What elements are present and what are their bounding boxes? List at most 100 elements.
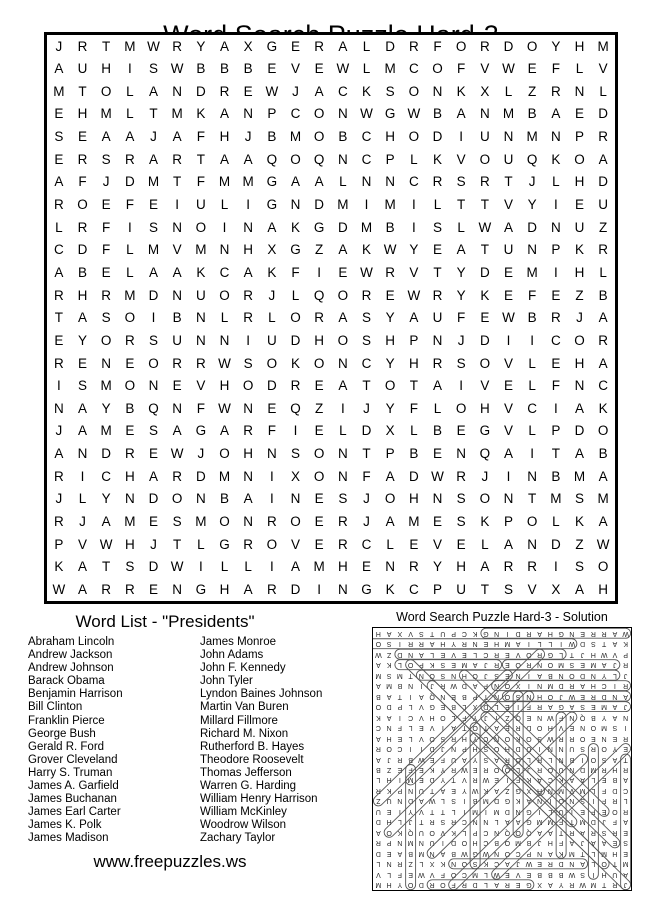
solution-cell: R	[483, 766, 489, 773]
solution-cell: C	[547, 776, 553, 784]
grid-cell: H	[124, 468, 135, 484]
grid-cell: I	[151, 310, 156, 326]
solution-cell: N	[569, 766, 575, 773]
grid-cell: H	[574, 38, 585, 54]
solution-cell: A	[601, 839, 607, 847]
solution-cell: A	[537, 629, 542, 637]
solution-cell: L	[408, 734, 413, 742]
solution-cell: L	[591, 776, 596, 784]
solution-cell: H	[429, 713, 435, 721]
solution-cell: N	[612, 692, 618, 700]
solution-cell: W	[471, 786, 479, 794]
grid-cell: H	[574, 174, 585, 190]
grid-cell: T	[504, 174, 513, 190]
solution-cell: O	[536, 724, 543, 732]
solution-cell: C	[408, 713, 414, 721]
grid-cell: K	[385, 581, 395, 597]
solution-cell: G	[472, 849, 478, 857]
solution-cell: N	[494, 734, 500, 742]
grid-cell: A	[385, 468, 395, 484]
solution-cell: S	[580, 703, 585, 711]
grid-cell: V	[503, 197, 513, 213]
grid-cell: Y	[551, 38, 561, 54]
solution-cell: W	[622, 629, 629, 637]
solution-cell: L	[548, 755, 553, 763]
solution-cell: O	[526, 650, 532, 658]
solution-cell: V	[569, 786, 575, 794]
grid-cell: L	[552, 174, 560, 190]
word-list-item: Rutherford B. Hayes	[200, 740, 305, 753]
solution-cell: D	[386, 703, 392, 711]
solution-cell: B	[591, 713, 596, 721]
grid-cell: B	[385, 219, 395, 235]
solution-cell: R	[397, 755, 403, 763]
solution-cell: S	[569, 661, 575, 669]
grid-cell: R	[77, 38, 88, 54]
solution-cell: E	[623, 849, 628, 857]
grid-cell: L	[244, 559, 252, 575]
grid-cell: M	[147, 242, 160, 258]
solution-cell: E	[419, 776, 424, 784]
solution-cell: E	[612, 734, 618, 742]
grid-cell: F	[551, 378, 560, 394]
solution-cell: N	[580, 724, 586, 732]
solution-cell: E	[483, 640, 489, 648]
grid-cell: N	[53, 400, 64, 416]
solution-cell: N	[537, 661, 543, 669]
grid-cell: Z	[599, 219, 608, 235]
grid-cell: N	[101, 355, 112, 371]
grid-cell: F	[291, 264, 300, 280]
grid-cell: S	[432, 219, 442, 235]
grid-cell: L	[528, 423, 536, 439]
solution-cell: A	[515, 818, 521, 826]
grid-cell: J	[457, 332, 465, 348]
grid-cell: N	[385, 174, 396, 190]
grid-cell: R	[527, 559, 538, 575]
solution-cell: M	[558, 661, 565, 669]
grid-cell: M	[124, 514, 136, 529]
grid-cell: B	[219, 61, 229, 77]
grid-cell: I	[317, 581, 322, 597]
solution-cell: I	[441, 724, 444, 732]
grid-cell: I	[80, 468, 85, 484]
word-list-item: Grover Cleveland	[28, 753, 118, 766]
solution-cell: L	[451, 807, 456, 815]
solution-cell: R	[569, 682, 575, 690]
solution-cell: N	[569, 797, 575, 805]
grid-cell: A	[385, 514, 395, 529]
grid-cell: U	[77, 61, 88, 77]
solution-cell: O	[493, 745, 500, 753]
grid-cell: J	[528, 174, 536, 190]
grid-cell: I	[127, 219, 132, 235]
grid-cell: F	[457, 61, 466, 77]
solution-cell: O	[386, 745, 392, 753]
solution-cell: L	[451, 713, 456, 721]
solution-cell: R	[612, 828, 618, 836]
grid-cell: S	[54, 129, 64, 145]
grid-cell: R	[408, 559, 419, 575]
solution-cell: O	[407, 661, 414, 669]
grid-cell: O	[124, 310, 136, 326]
solution-cell: V	[419, 713, 424, 721]
grid-cell: D	[266, 378, 277, 394]
solution-cell: I	[495, 713, 498, 721]
solution-cell: J	[516, 860, 520, 868]
grid-cell: U	[195, 197, 206, 213]
grid-cell: A	[503, 536, 513, 552]
grid-cell: N	[172, 219, 183, 235]
solution-cell: N	[547, 786, 553, 794]
grid-cell: M	[573, 468, 586, 484]
solution-cell: E	[580, 661, 585, 669]
grid-cell: N	[148, 378, 159, 394]
solution-cell: C	[483, 734, 489, 742]
grid-cell: D	[598, 106, 609, 122]
grid-cell: Y	[77, 332, 87, 348]
solution-cell: J	[623, 703, 628, 711]
grid-cell: J	[55, 38, 63, 54]
solution-cell: T	[419, 818, 424, 826]
solution-cell: D	[526, 724, 532, 732]
grid-cell: N	[195, 491, 206, 507]
grid-cell: M	[242, 174, 254, 190]
grid-cell: N	[172, 400, 183, 416]
grid-cell: E	[527, 61, 537, 77]
